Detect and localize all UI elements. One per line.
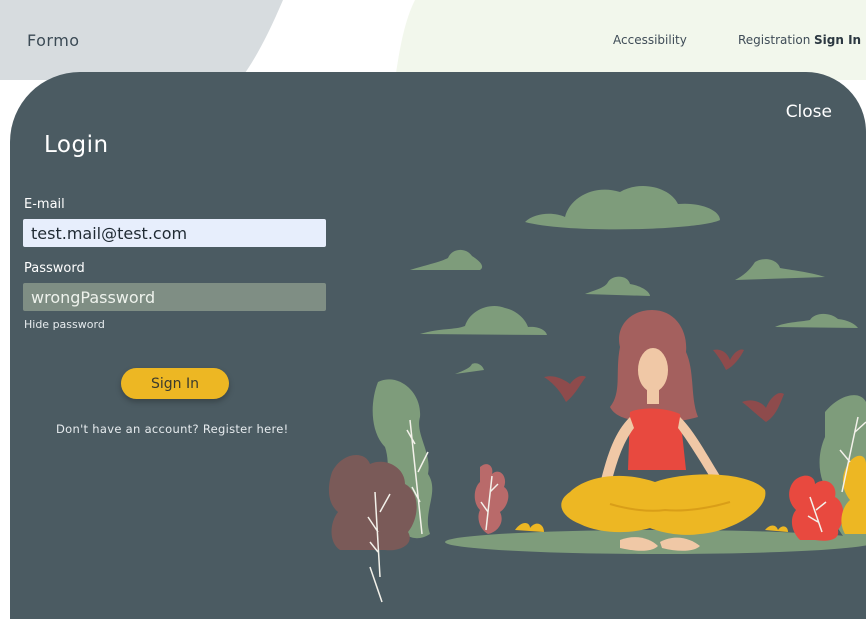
sign-in-button[interactable]: Sign In (121, 368, 229, 399)
close-button[interactable]: Close (786, 102, 832, 122)
right-plants (765, 395, 866, 542)
brand-logo[interactable]: Formo (27, 31, 80, 50)
register-link[interactable]: Don't have an account? Register here! (56, 422, 289, 436)
top-navigation-bar: Formo Accessibility Registration Sign In (0, 0, 866, 80)
woman-figure (561, 310, 766, 551)
left-plants (328, 379, 544, 603)
email-label: E-mail (24, 197, 65, 212)
password-label: Password (24, 261, 85, 276)
nav-accessibility-link[interactable]: Accessibility (613, 33, 687, 47)
nav-registration-link[interactable]: Registration (738, 33, 810, 47)
login-modal: Close Login E-mail Password Hide passwor… (10, 72, 866, 619)
login-title: Login (44, 132, 109, 158)
meditation-illustration (328, 185, 866, 603)
hide-password-toggle[interactable]: Hide password (24, 318, 105, 331)
email-input[interactable] (23, 219, 326, 247)
password-input[interactable] (23, 283, 326, 311)
nav-sign-in-link[interactable]: Sign In (814, 33, 861, 47)
